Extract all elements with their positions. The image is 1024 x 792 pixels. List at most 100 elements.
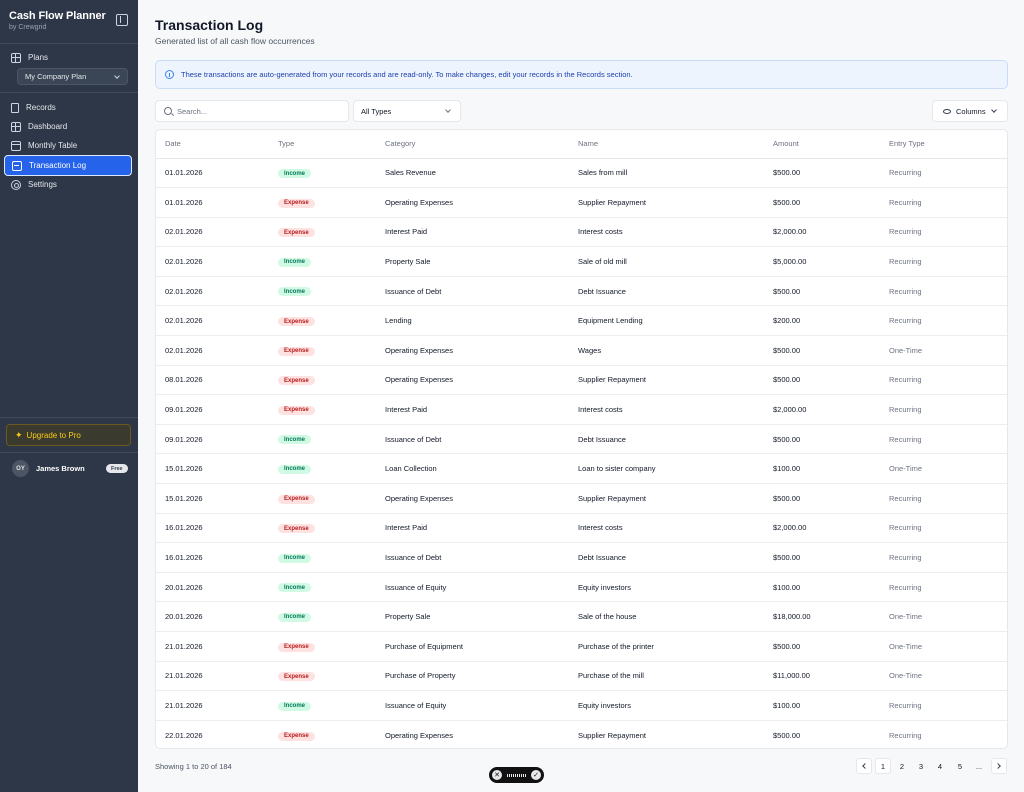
chevron-right-icon bbox=[995, 763, 1001, 769]
search-input[interactable] bbox=[177, 106, 337, 116]
type-badge: Expense bbox=[278, 317, 315, 327]
sidebar-item-transaction-log[interactable]: Transaction Log bbox=[4, 155, 132, 176]
dashboard-icon bbox=[11, 121, 21, 132]
name-cell: Interest costs bbox=[569, 217, 764, 248]
entry-type-cell: Recurring bbox=[880, 572, 1007, 603]
date-cell: 21.01.2026 bbox=[156, 661, 269, 692]
sidebar-item-label: Records bbox=[26, 103, 56, 112]
sidebar-item-dashboard[interactable]: Dashboard bbox=[4, 117, 132, 136]
next-page-button[interactable] bbox=[991, 758, 1007, 774]
name-cell: Interest costs bbox=[569, 394, 764, 425]
sidebar-divider bbox=[0, 92, 138, 93]
date-cell: 02.01.2026 bbox=[156, 217, 269, 248]
columns-button[interactable]: Columns bbox=[932, 100, 1008, 122]
check-icon[interactable]: ✓ bbox=[531, 770, 541, 780]
column-header-date[interactable]: Date bbox=[156, 130, 269, 159]
type-cell: Expense bbox=[269, 217, 376, 248]
type-cell: Expense bbox=[269, 305, 376, 337]
sidebar-item-records[interactable]: Records bbox=[4, 98, 132, 117]
type-badge: Expense bbox=[278, 524, 315, 534]
type-badge: Expense bbox=[278, 642, 315, 652]
page-button-4[interactable]: 4 bbox=[932, 758, 948, 774]
category-cell: Issuance of Debt bbox=[376, 276, 569, 307]
name-cell: Sales from mill bbox=[569, 158, 764, 189]
plan-badge: Free bbox=[106, 464, 128, 473]
column-header-entry-type[interactable]: Entry Type bbox=[880, 130, 1007, 159]
type-badge: Expense bbox=[278, 672, 315, 682]
plan-select[interactable]: My Company Plan bbox=[17, 68, 128, 85]
category-cell: Issuance of Equity bbox=[376, 690, 569, 721]
date-cell: 02.01.2026 bbox=[156, 305, 269, 337]
type-badge: Expense bbox=[278, 376, 315, 386]
user-profile[interactable]: OY James Brown Free bbox=[12, 460, 130, 477]
table-row: 21.01.2026 Expense Purchase of Property Pur… bbox=[156, 661, 1007, 692]
category-cell: Operating Expenses bbox=[376, 483, 569, 514]
amount-cell: $2,000.00 bbox=[764, 513, 880, 544]
entry-type-cell: Recurring bbox=[880, 690, 1007, 721]
category-cell: Issuance of Debt bbox=[376, 542, 569, 573]
column-header-type[interactable]: Type bbox=[269, 130, 376, 159]
type-badge: Income bbox=[278, 257, 312, 267]
column-header-amount[interactable]: Amount bbox=[764, 130, 880, 159]
table-row: 20.01.2026 Income Property Sale Sale of the… bbox=[156, 601, 1007, 632]
amount-cell: $18,000.00 bbox=[764, 601, 880, 632]
table-row: 21.01.2026 Income Issuance of Equity Equity… bbox=[156, 690, 1007, 721]
category-cell: Issuance of Equity bbox=[376, 572, 569, 603]
type-cell: Expense bbox=[269, 720, 376, 748]
floating-toolbar: ✕ ✓ bbox=[489, 767, 544, 783]
sidebar-item-label: Monthly Table bbox=[28, 141, 78, 150]
type-cell: Expense bbox=[269, 335, 376, 366]
category-cell: Lending bbox=[376, 305, 569, 337]
page-button-3[interactable]: 3 bbox=[913, 758, 929, 774]
name-cell: Debt Issuance bbox=[569, 424, 764, 455]
sidebar-toggle-icon[interactable] bbox=[116, 14, 128, 26]
table-row: 09.01.2026 Expense Interest Paid Interest c… bbox=[156, 394, 1007, 425]
amount-cell: $100.00 bbox=[764, 572, 880, 603]
table-row: 15.01.2026 Expense Operating Expenses Suppl… bbox=[156, 483, 1007, 514]
type-cell: Income bbox=[269, 158, 376, 189]
category-cell: Purchase of Property bbox=[376, 661, 569, 692]
eye-icon bbox=[943, 108, 951, 114]
search-icon bbox=[164, 107, 172, 115]
plan-select-value: My Company Plan bbox=[25, 72, 87, 81]
type-filter-select[interactable]: All Types bbox=[353, 100, 461, 122]
log-icon bbox=[12, 160, 22, 171]
page-subtitle: Generated list of all cash flow occurren… bbox=[155, 36, 315, 46]
type-cell: Expense bbox=[269, 365, 376, 396]
name-cell: Purchase of the printer bbox=[569, 631, 764, 662]
table-row: 20.01.2026 Income Issuance of Equity Equity… bbox=[156, 572, 1007, 603]
name-cell: Wages bbox=[569, 335, 764, 366]
search-box[interactable] bbox=[155, 100, 349, 122]
category-cell: Property Sale bbox=[376, 246, 569, 277]
page-button-2[interactable]: 2 bbox=[894, 758, 910, 774]
type-cell: Income bbox=[269, 424, 376, 455]
amount-cell: $200.00 bbox=[764, 305, 880, 337]
amount-cell: $500.00 bbox=[764, 158, 880, 189]
table-icon bbox=[11, 140, 21, 151]
type-badge: Income bbox=[278, 583, 312, 593]
pagination-summary: Showing 1 to 20 of 184 bbox=[155, 762, 232, 771]
table-row: 02.01.2026 Income Issuance of Debt Debt Iss… bbox=[156, 276, 1007, 307]
transaction-table: Date Type Category Name Amount Entry Typ… bbox=[155, 129, 1008, 749]
table-row: 09.01.2026 Income Issuance of Debt Debt Iss… bbox=[156, 424, 1007, 455]
read-only-notice: These transactions are auto-generated fr… bbox=[155, 60, 1008, 89]
pagination-ellipsis: ... bbox=[975, 761, 983, 771]
page-button-5[interactable]: 5 bbox=[952, 758, 968, 774]
column-header-name[interactable]: Name bbox=[569, 130, 764, 159]
sparkle-icon: ✦ bbox=[15, 429, 23, 440]
date-cell: 09.01.2026 bbox=[156, 424, 269, 455]
type-badge: Income bbox=[278, 612, 312, 622]
type-filter-value: All Types bbox=[361, 106, 392, 116]
close-icon[interactable]: ✕ bbox=[492, 770, 502, 780]
column-header-category[interactable]: Category bbox=[376, 130, 569, 159]
type-cell: Expense bbox=[269, 513, 376, 544]
entry-type-cell: One-Time bbox=[880, 631, 1007, 662]
sidebar-item-monthly-table[interactable]: Monthly Table bbox=[4, 136, 132, 155]
sidebar-item-settings[interactable]: Settings bbox=[4, 175, 132, 194]
amount-cell: $500.00 bbox=[764, 365, 880, 396]
previous-page-button[interactable] bbox=[856, 758, 872, 774]
upgrade-button[interactable]: ✦ Upgrade to Pro bbox=[6, 424, 131, 446]
page-button-1[interactable]: 1 bbox=[875, 758, 891, 774]
date-cell: 20.01.2026 bbox=[156, 601, 269, 632]
type-badge: Expense bbox=[278, 494, 315, 504]
